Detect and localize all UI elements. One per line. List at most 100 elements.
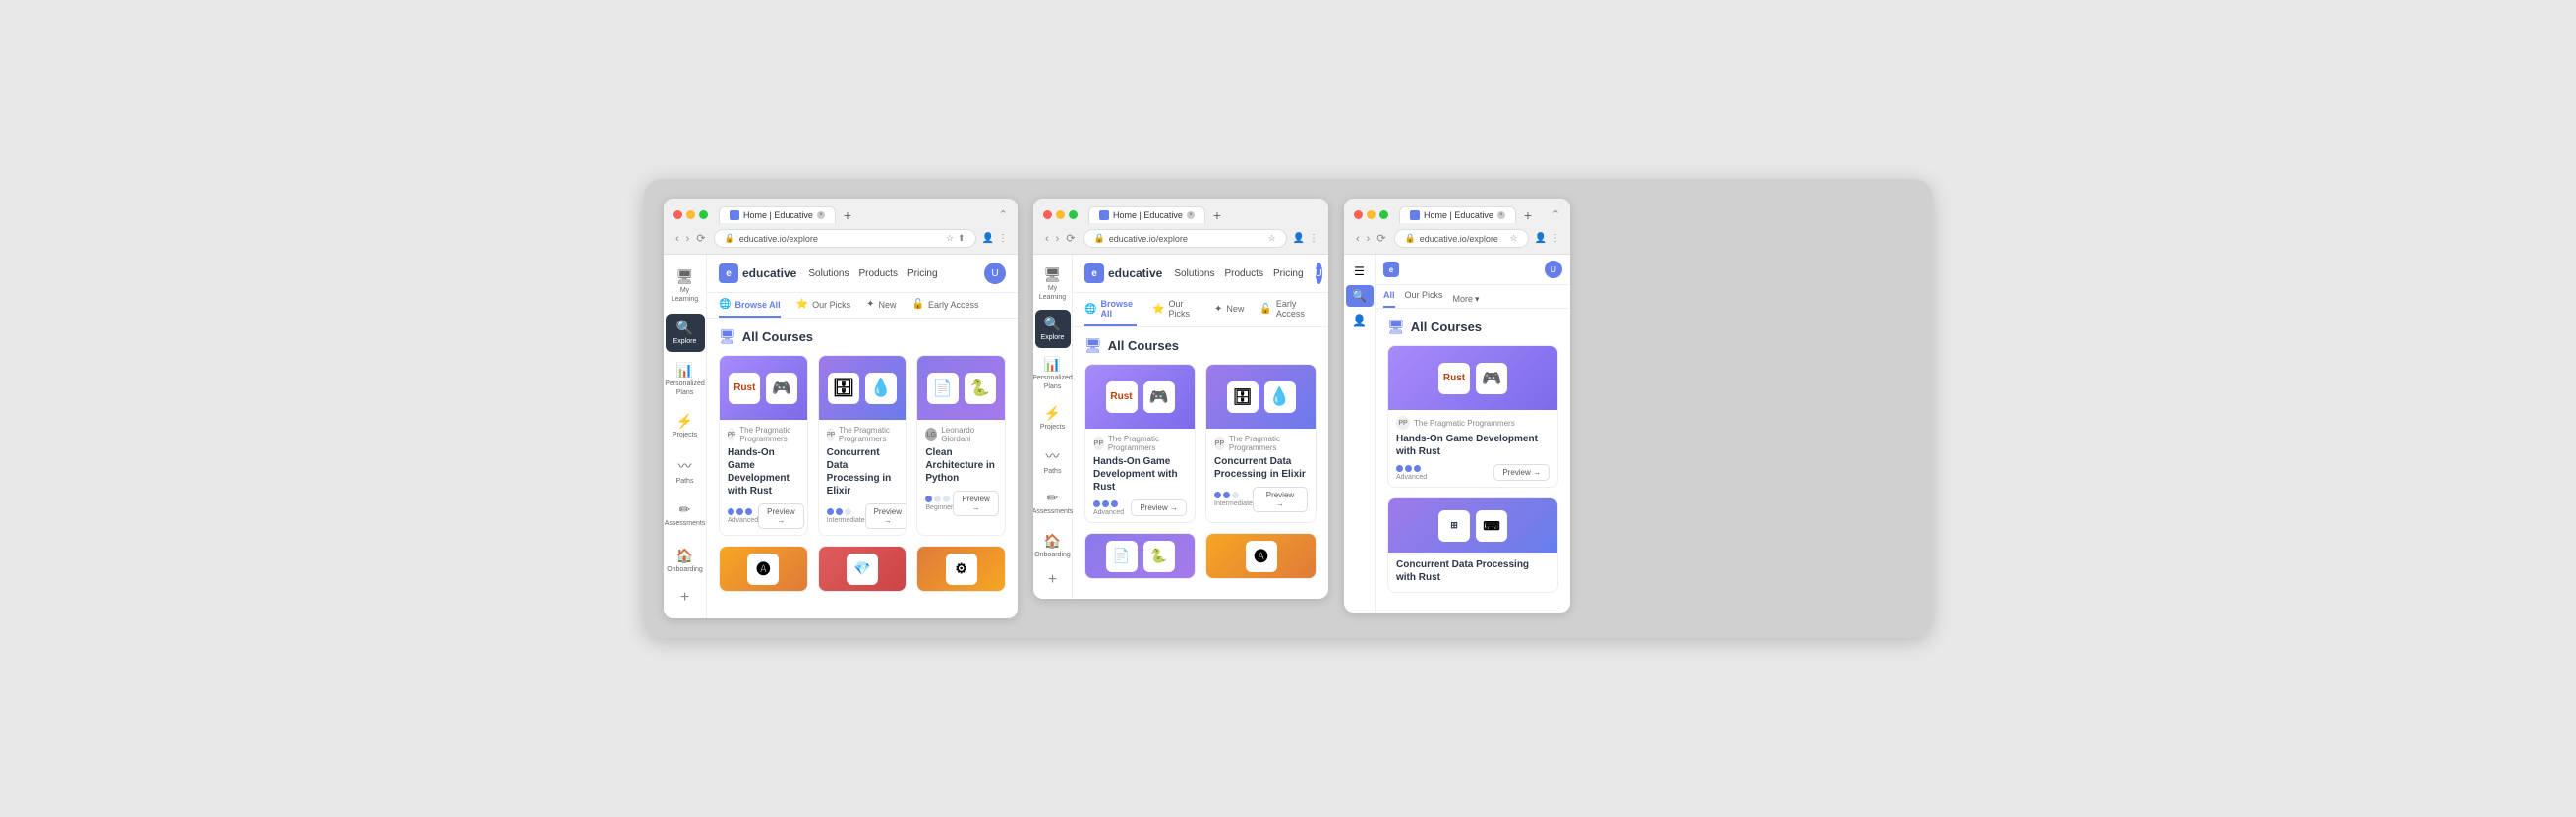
forward-button-small[interactable]: › [1365, 231, 1373, 247]
sidebar-item-plans-medium[interactable]: 📊 Personalized Plans [1035, 350, 1071, 397]
nav-solutions-large[interactable]: Solutions [808, 268, 849, 279]
back-button-large[interactable]: ‹ [673, 231, 681, 247]
preview-btn-elixir-large[interactable]: Preview → [865, 503, 907, 529]
course-card-rust-medium[interactable]: Rust 🎮 PP The Pragmatic Programmers Hand… [1084, 364, 1196, 523]
nav-pricing-medium[interactable]: Pricing [1273, 268, 1304, 279]
tab-close-large[interactable]: × [817, 211, 825, 219]
back-button-medium[interactable]: ‹ [1043, 231, 1051, 247]
more-icon-medium[interactable]: ⋮ [1309, 233, 1318, 244]
browser-tab-medium[interactable]: Home | Educative × [1088, 206, 1205, 223]
star-icon-large[interactable]: ☆ [946, 233, 954, 244]
course-card-python-large[interactable]: 📄 🐍 LG Leonardo Giordani Clean Architect… [916, 355, 1006, 536]
share-icon-large[interactable]: ⬆ [958, 233, 966, 244]
window-controls-large[interactable]: ⌃ [999, 208, 1008, 221]
browser-tab-small[interactable]: Home | Educative × [1399, 206, 1516, 223]
window-controls-small[interactable]: ⌃ [1551, 208, 1560, 221]
tab-ourpicks-small[interactable]: Our Picks [1405, 290, 1443, 308]
nav-products-medium[interactable]: Products [1225, 268, 1263, 279]
minimize-button-medium[interactable] [1056, 210, 1065, 219]
sidebar-item-explore-large[interactable]: 🔍 Explore [666, 314, 705, 352]
maximize-button-large[interactable] [699, 210, 708, 219]
tab-early-access-large[interactable]: 🔓 Early Access [912, 299, 979, 318]
close-button-large[interactable] [673, 210, 682, 219]
refresh-button-large[interactable]: ⟳ [694, 230, 707, 247]
more-icon-large[interactable]: ⋮ [998, 233, 1008, 244]
add-button-large[interactable]: + [676, 585, 693, 611]
user-avatar-medium[interactable]: U [1316, 263, 1322, 284]
course-card-angular-large[interactable]: 🅐 [719, 546, 808, 592]
course-card-python-medium[interactable]: 📄 🐍 [1084, 533, 1196, 579]
sidebar-item-paths-large[interactable]: 〰 Paths [666, 450, 705, 492]
tab-our-picks-large[interactable]: ⭐ Our Picks [796, 299, 850, 318]
preview-btn-rust-medium[interactable]: Preview → [1131, 499, 1187, 516]
star-icon-small[interactable]: ☆ [1509, 233, 1517, 244]
back-button-small[interactable]: ‹ [1354, 231, 1362, 247]
forward-button-large[interactable]: › [684, 231, 692, 247]
sidebar-explore-small[interactable]: 🔍 [1346, 285, 1374, 307]
sidebar-user-small[interactable]: 👤 [1346, 310, 1374, 331]
nav-pricing-large[interactable]: Pricing [907, 268, 938, 279]
user-icon-medium[interactable]: 👤 [1293, 233, 1305, 244]
course-card-concurrent-rust-small[interactable]: ⊞ ⌨ Concurrent Data Processing with Rust [1387, 497, 1558, 593]
sidebar-item-mylearning-large[interactable]: 🖥 My Learning [666, 263, 705, 310]
course-card-rust-small[interactable]: Rust 🎮 PP The Pragmatic Programmers Hand… [1387, 345, 1558, 488]
maximize-button-small[interactable] [1379, 210, 1388, 219]
tab-close-small[interactable]: × [1497, 211, 1505, 219]
user-icon-small[interactable]: 👤 [1535, 233, 1547, 244]
star-icon-medium[interactable]: ☆ [1267, 233, 1275, 244]
preview-btn-rust-small[interactable]: Preview → [1493, 464, 1550, 481]
course-card-rust-large[interactable]: Rust 🎮 PP The Pragmatic Programmers Hand… [719, 355, 808, 536]
new-tab-small[interactable]: + [1520, 207, 1536, 223]
sidebar-item-mylearning-medium[interactable]: 🖥 My Learning [1035, 261, 1071, 308]
sidebar-item-onboarding-large[interactable]: 🏠 Onboarding [666, 542, 705, 580]
tab-new-medium[interactable]: ✦ New [1214, 304, 1244, 322]
refresh-button-small[interactable]: ⟳ [1375, 230, 1387, 247]
add-button-medium[interactable]: + [1044, 567, 1061, 593]
rust-badge-medium: Rust [1106, 381, 1138, 413]
user-avatar-large[interactable]: U [984, 263, 1006, 284]
sidebar-item-projects-large[interactable]: ⚡ Projects [666, 407, 705, 445]
tab-all-small[interactable]: All [1383, 290, 1395, 308]
new-tab-medium[interactable]: + [1209, 207, 1225, 223]
sidebar-item-explore-medium[interactable]: 🔍 Explore [1035, 310, 1071, 348]
close-button-medium[interactable] [1043, 210, 1052, 219]
refresh-button-medium[interactable]: ⟳ [1064, 230, 1077, 247]
minimize-button-small[interactable] [1367, 210, 1376, 219]
nav-solutions-medium[interactable]: Solutions [1174, 268, 1214, 279]
address-bar-small[interactable]: 🔒 educative.io/explore ☆ [1394, 229, 1529, 248]
tab-our-picks-medium[interactable]: ⭐ Our Picks [1152, 299, 1199, 326]
preview-btn-elixir-medium[interactable]: Preview → [1253, 487, 1308, 512]
tab-browse-all-medium[interactable]: 🌐 Browse All [1084, 299, 1137, 326]
tab-browse-all-large[interactable]: 🌐 Browse All [719, 299, 781, 318]
address-bar-large[interactable]: 🔒 educative.io/explore ☆ ⬆ [714, 229, 976, 248]
sidebar-item-assessments-large[interactable]: ✏ Assessments [666, 496, 705, 534]
course-card-devops-large[interactable]: ⚙ [916, 546, 1006, 592]
sidebar-item-assessments-medium[interactable]: ✏ Assessments [1035, 484, 1071, 522]
forward-button-medium[interactable]: › [1054, 231, 1062, 247]
user-icon-large[interactable]: 👤 [982, 233, 994, 244]
tab-early-access-medium[interactable]: 🔓 Early Access [1259, 299, 1317, 326]
tab-close-medium[interactable]: × [1187, 211, 1195, 219]
tab-new-large[interactable]: ✦ New [866, 299, 896, 318]
more-icon-small[interactable]: ⋮ [1551, 233, 1560, 244]
user-avatar-small[interactable]: U [1545, 261, 1562, 278]
new-tab-large[interactable]: + [840, 207, 855, 223]
close-button-small[interactable] [1354, 210, 1363, 219]
course-card-elixir-large[interactable]: 🗄 💧 PP The Pragmatic Programmers Concurr… [818, 355, 907, 536]
course-card-rails-large[interactable]: 💎 [818, 546, 907, 592]
sidebar-menu-small[interactable]: ☰ [1346, 261, 1374, 282]
sidebar-item-plans-large[interactable]: 📊 Personalized Plans [666, 356, 705, 403]
preview-btn-python-large[interactable]: Preview → [953, 491, 998, 516]
sidebar-item-paths-medium[interactable]: 〰 Paths [1035, 440, 1071, 482]
sidebar-item-onboarding-medium[interactable]: 🏠 Onboarding [1035, 527, 1071, 565]
nav-products-large[interactable]: Products [859, 268, 898, 279]
sidebar-item-projects-medium[interactable]: ⚡ Projects [1035, 399, 1071, 438]
browser-tab-large[interactable]: Home | Educative × [719, 206, 836, 223]
course-card-angular-medium[interactable]: 🅐 [1205, 533, 1317, 579]
preview-btn-rust-large[interactable]: Preview → [758, 503, 803, 529]
maximize-button-medium[interactable] [1069, 210, 1078, 219]
course-card-elixir-medium[interactable]: 🗄 💧 PP The Pragmatic Programmers Concurr… [1205, 364, 1317, 523]
address-bar-medium[interactable]: 🔒 educative.io/explore ☆ [1083, 229, 1287, 248]
more-button-small[interactable]: More ▾ [1453, 294, 1480, 305]
minimize-button-large[interactable] [686, 210, 695, 219]
